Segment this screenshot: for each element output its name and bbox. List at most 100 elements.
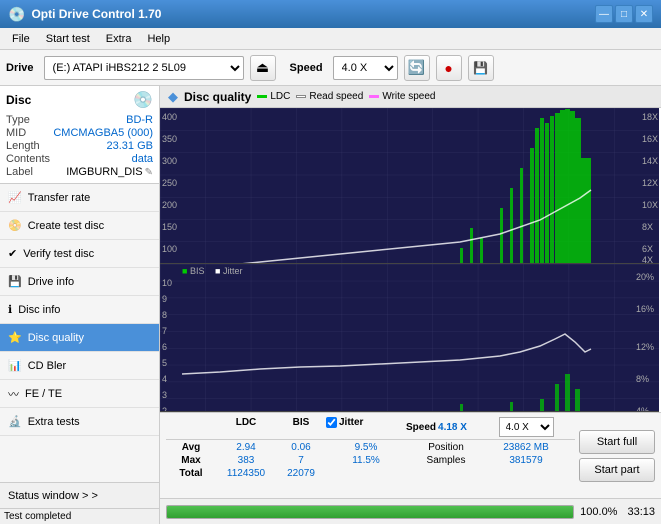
svg-text:7: 7 (162, 326, 167, 336)
avg-label: Avg (166, 442, 216, 453)
menu-start-test[interactable]: Start test (38, 31, 98, 47)
svg-text:250: 250 (162, 178, 177, 188)
sidebar-item-drive-info[interactable]: 💾 Drive info (0, 268, 159, 296)
disc-info-label: Disc info (18, 304, 60, 316)
maximize-button[interactable]: □ (615, 5, 633, 23)
stats-table: LDC BIS Jitter Speed 4.18 X 4 (166, 417, 575, 494)
disc-label-row: Label IMGBURN_DIS ✎ (6, 166, 153, 178)
svg-text:18X: 18X (642, 112, 658, 122)
chart-header: ◆ Disc quality LDC Read speed Write spee… (160, 86, 661, 108)
minimize-button[interactable]: — (595, 5, 613, 23)
sidebar-item-disc-info[interactable]: ℹ Disc info (0, 296, 159, 324)
content-area: ◆ Disc quality LDC Read speed Write spee… (160, 86, 661, 524)
sidebar-item-transfer-rate[interactable]: 📈 Transfer rate (0, 184, 159, 212)
header-ldc: LDC (216, 417, 276, 437)
disc-quality-label: Disc quality (28, 332, 84, 344)
menu-file[interactable]: File (4, 31, 38, 47)
progress-text: 100.0% (580, 506, 617, 518)
total-label: Total (166, 468, 216, 479)
refresh-button[interactable]: 🔄 (404, 55, 430, 81)
speed-combo-select[interactable]: 4.0 X (499, 417, 554, 437)
read-speed-legend-dot (296, 95, 306, 98)
status-window-button[interactable]: Status window > > (0, 482, 159, 508)
sidebar-item-cd-bler[interactable]: 📊 CD Bler (0, 352, 159, 380)
ldc-chart: 400 350 300 250 200 150 100 50 18X 16X 1… (160, 108, 659, 264)
close-button[interactable]: ✕ (635, 5, 653, 23)
disc-type-label: Type (6, 114, 30, 126)
total-empty1 (406, 468, 486, 479)
sidebar: Disc 💿 Type BD-R MID CMCMAGBA5 (000) Len… (0, 86, 160, 524)
jitter-label: Jitter (339, 417, 363, 428)
svg-text:100: 100 (162, 244, 177, 254)
svg-text:4: 4 (162, 374, 167, 384)
total-ldc: 1124350 (216, 468, 276, 479)
total-empty2 (486, 468, 566, 479)
sidebar-item-fe-te[interactable]: 〰 FE / TE (0, 380, 159, 408)
svg-text:■: ■ (215, 266, 220, 276)
drive-select[interactable]: (E:) ATAPI iHBS212 2 5L09 (44, 56, 244, 80)
verify-test-disc-label: Verify test disc (23, 248, 94, 260)
time-text: 33:13 (627, 506, 655, 518)
avg-jitter: 9.5% (326, 442, 406, 453)
disc-contents-row: Contents data (6, 153, 153, 165)
start-buttons: Start full Start part (579, 417, 655, 494)
disc-info-icon: ℹ (8, 303, 12, 316)
test-completed-label: Test completed (4, 511, 155, 522)
svg-text:16X: 16X (642, 134, 658, 144)
create-test-disc-label: Create test disc (28, 220, 104, 232)
cd-bler-label: CD Bler (28, 360, 67, 372)
legend-ldc: LDC (257, 91, 290, 102)
svg-text:12%: 12% (636, 342, 654, 352)
titlebar-left: 💿 Opti Drive Control 1.70 (8, 6, 161, 23)
stats-row-avg: Avg 2.94 0.06 9.5% Position 23862 MB (166, 442, 575, 453)
menu-extra[interactable]: Extra (98, 31, 140, 47)
disc-mid-row: MID CMCMAGBA5 (000) (6, 127, 153, 139)
legend-read-speed: Read speed (296, 91, 363, 102)
disc-panel: Disc 💿 Type BD-R MID CMCMAGBA5 (000) Len… (0, 86, 159, 184)
speed-stat-label: Speed (406, 422, 436, 433)
svg-text:Jitter: Jitter (223, 266, 243, 276)
stats-area: LDC BIS Jitter Speed 4.18 X 4 (160, 412, 661, 498)
svg-text:300: 300 (162, 156, 177, 166)
ldc-legend-label: LDC (270, 91, 290, 102)
sidebar-item-disc-quality[interactable]: ⭐ Disc quality (0, 324, 159, 352)
nav-items: 📈 Transfer rate 📀 Create test disc ✔ Ver… (0, 184, 159, 436)
speed-current: 4.18 X (438, 422, 467, 433)
extra-tests-icon: 🔬 (8, 415, 22, 428)
disc-label-value: IMGBURN_DIS ✎ (66, 166, 153, 178)
disc-title: Disc (6, 93, 31, 107)
sidebar-item-extra-tests[interactable]: 🔬 Extra tests (0, 408, 159, 436)
create-test-disc-icon: 📀 (8, 219, 22, 232)
svg-text:9: 9 (162, 294, 167, 304)
bis-chart: ■ BIS ■ Jitter 10 9 8 7 6 5 4 3 2 1 20% … (160, 264, 659, 412)
drive-label: Drive (6, 62, 34, 74)
transfer-rate-label: Transfer rate (28, 192, 91, 204)
max-ldc: 383 (216, 455, 276, 466)
svg-text:200: 200 (162, 200, 177, 210)
main: Disc 💿 Type BD-R MID CMCMAGBA5 (000) Len… (0, 86, 661, 524)
sidebar-item-create-test-disc[interactable]: 📀 Create test disc (0, 212, 159, 240)
position-val: 23862 MB (486, 442, 566, 453)
sidebar-item-verify-test-disc[interactable]: ✔ Verify test disc (0, 240, 159, 268)
disc-quality-icon: ⭐ (8, 331, 22, 344)
disc-mid-value: CMCMAGBA5 (000) (53, 127, 153, 139)
start-full-button[interactable]: Start full (579, 430, 655, 454)
disc-length-row: Length 23.31 GB (6, 140, 153, 152)
red-disc-button[interactable]: ● (436, 55, 462, 81)
jitter-checkbox[interactable] (326, 417, 337, 428)
save-button[interactable]: 💾 (468, 55, 494, 81)
svg-text:14X: 14X (642, 156, 658, 166)
disc-length-label: Length (6, 140, 40, 152)
menu-help[interactable]: Help (139, 31, 178, 47)
start-part-button[interactable]: Start part (579, 458, 655, 482)
toolbar: Drive (E:) ATAPI iHBS212 2 5L09 ⏏ Speed … (0, 50, 661, 86)
legend-write-speed: Write speed (369, 91, 435, 102)
eject-button[interactable]: ⏏ (250, 55, 276, 81)
disc-mid-label: MID (6, 127, 26, 139)
app-icon: 💿 (8, 6, 25, 23)
svg-text:8%: 8% (636, 374, 649, 384)
speed-select[interactable]: 4.0 X (333, 56, 398, 80)
max-bis: 7 (276, 455, 326, 466)
jitter-checkbox-container[interactable]: Jitter (326, 417, 406, 428)
ldc-legend-dot (257, 95, 267, 98)
